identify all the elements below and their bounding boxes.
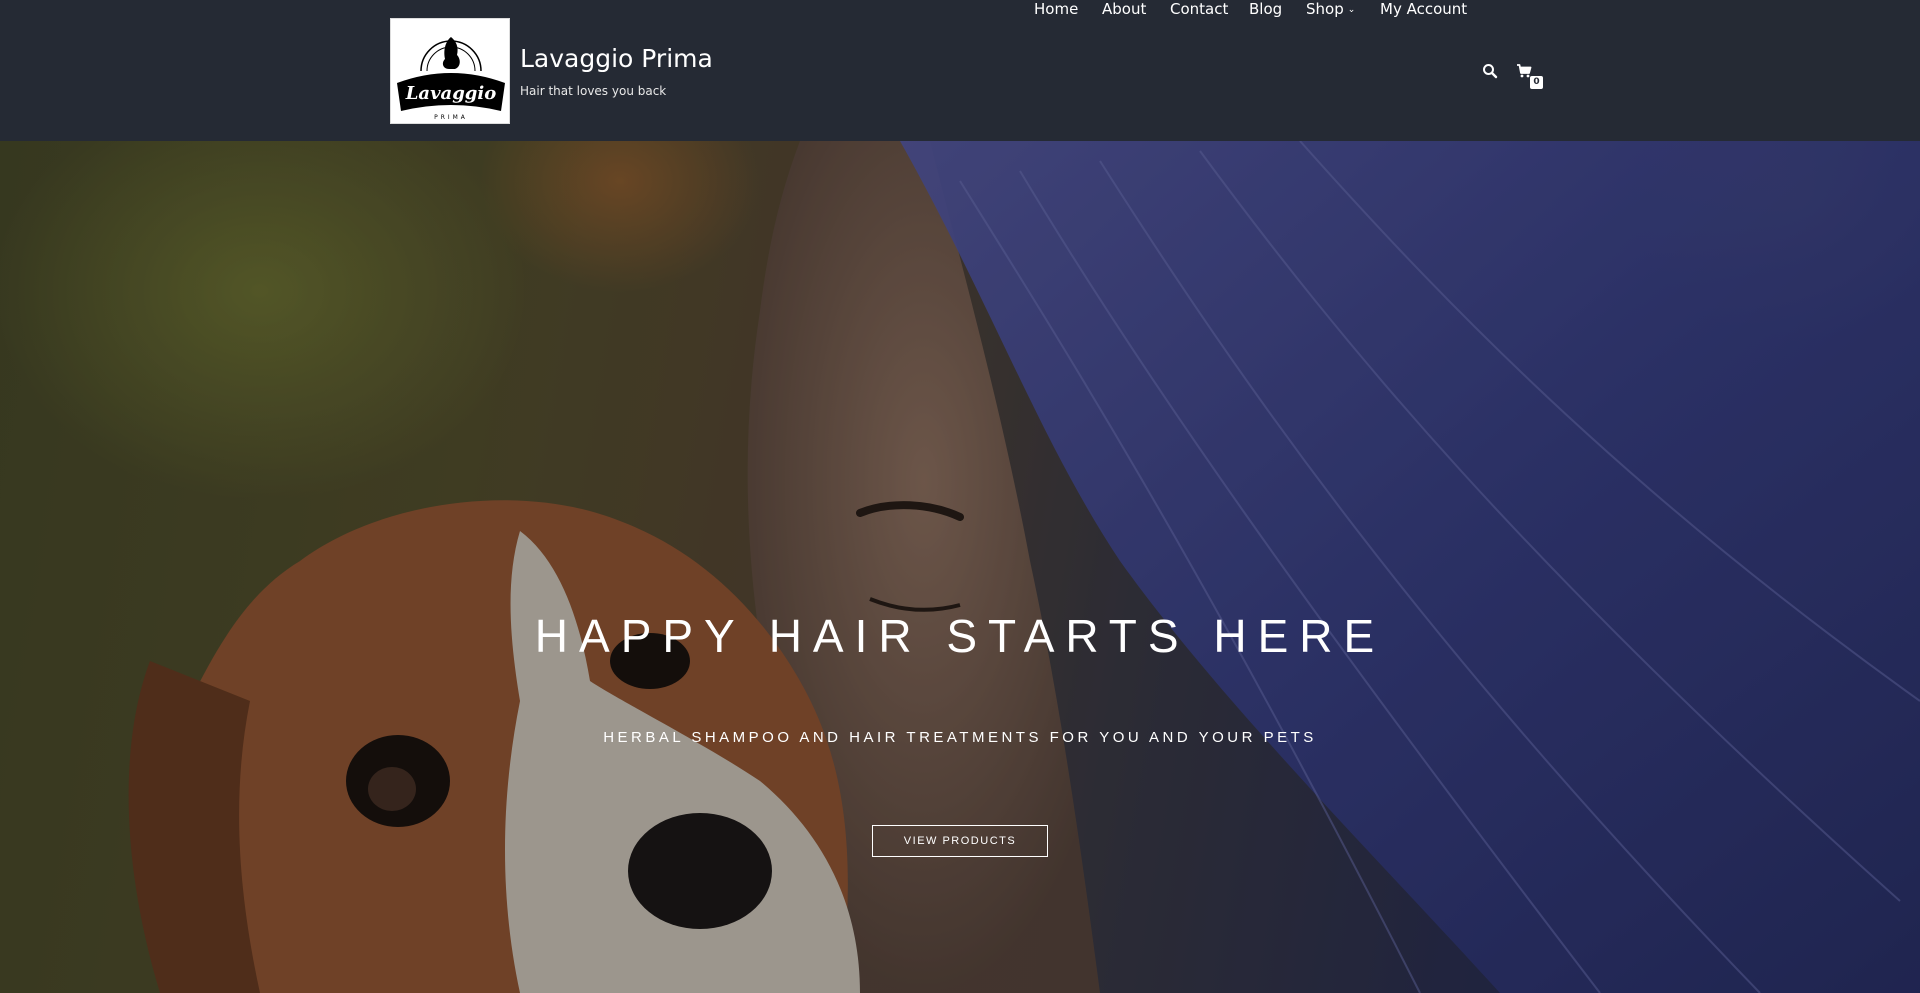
site-logo[interactable]: Lavaggio PRIMA <box>390 18 510 124</box>
cart-count-badge: 0 <box>1530 76 1543 89</box>
nav-my-account[interactable]: My Account <box>1380 0 1467 18</box>
nav-home[interactable]: Home <box>1034 0 1078 18</box>
hero-banner: HAPPY HAIR STARTS HERE HERBAL SHAMPOO AN… <box>0 141 1920 993</box>
site-title[interactable]: Lavaggio Prima <box>520 44 713 73</box>
site-tagline: Hair that loves you back <box>520 84 667 98</box>
nav-shop-label: Shop <box>1306 0 1344 18</box>
logo-subtext: PRIMA <box>434 114 468 121</box>
nav-blog[interactable]: Blog <box>1249 0 1282 18</box>
site-header: Lavaggio PRIMA Lavaggio Prima Hair that … <box>0 0 1920 141</box>
search-icon[interactable] <box>1482 63 1498 79</box>
chevron-down-icon: ⌄ <box>1347 5 1356 15</box>
nav-about[interactable]: About <box>1102 0 1146 18</box>
view-products-button[interactable]: VIEW PRODUCTS <box>872 825 1048 857</box>
hero-background-image <box>0 141 1920 993</box>
nav-contact[interactable]: Contact <box>1170 0 1228 18</box>
nav-shop[interactable]: Shop ⌄ <box>1306 0 1355 18</box>
hero-subtitle: HERBAL SHAMPOO AND HAIR TREATMENTS FOR Y… <box>603 729 1317 746</box>
logo-wordmark: Lavaggio <box>405 83 496 104</box>
hero-title: HAPPY HAIR STARTS HERE <box>534 610 1386 662</box>
